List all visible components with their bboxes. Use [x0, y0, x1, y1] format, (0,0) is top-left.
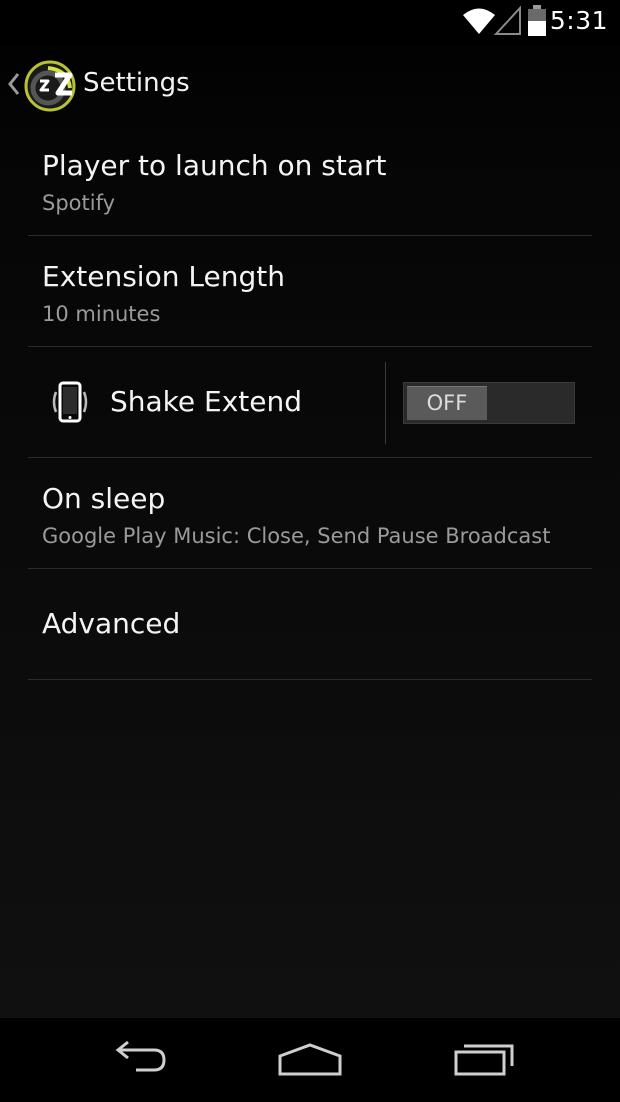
shake-extend-toggle[interactable]: OFF	[403, 382, 575, 424]
setting-title: On sleep	[42, 482, 166, 515]
back-icon[interactable]	[106, 1036, 170, 1088]
setting-title: Advanced	[42, 607, 181, 640]
up-chevron-icon[interactable]	[6, 72, 20, 100]
app-icon[interactable]	[24, 60, 76, 116]
setting-advanced[interactable]: Advanced	[28, 569, 592, 680]
setting-summary: Spotify	[42, 191, 116, 215]
battery-icon	[527, 5, 547, 41]
status-time: 5:31	[549, 6, 608, 35]
shake-phone-icon	[50, 380, 90, 428]
wifi-icon	[462, 6, 496, 40]
setting-title: Extension Length	[42, 260, 285, 293]
setting-on-sleep[interactable]: On sleep Google Play Music: Close, Send …	[28, 458, 592, 569]
action-bar: Settings	[0, 46, 620, 124]
vertical-divider	[385, 362, 386, 444]
setting-extension-length[interactable]: Extension Length 10 minutes	[28, 236, 592, 347]
cell-signal-icon	[493, 5, 522, 40]
setting-player-launch[interactable]: Player to launch on start Spotify	[28, 125, 592, 236]
setting-title: Player to launch on start	[42, 149, 387, 182]
setting-title: Shake Extend	[110, 385, 303, 418]
recents-icon[interactable]	[452, 1036, 516, 1088]
toggle-thumb: OFF	[407, 386, 487, 420]
home-icon[interactable]	[276, 1036, 344, 1088]
navigation-bar	[0, 1018, 620, 1102]
setting-summary: 10 minutes	[42, 302, 161, 326]
settings-list: Player to launch on start Spotify Extens…	[28, 125, 592, 680]
page-title: Settings	[83, 68, 190, 98]
setting-shake-extend[interactable]: Shake Extend OFF	[28, 347, 592, 458]
setting-summary: Google Play Music: Close, Send Pause Bro…	[42, 524, 551, 548]
status-bar: 5:31	[0, 0, 620, 46]
